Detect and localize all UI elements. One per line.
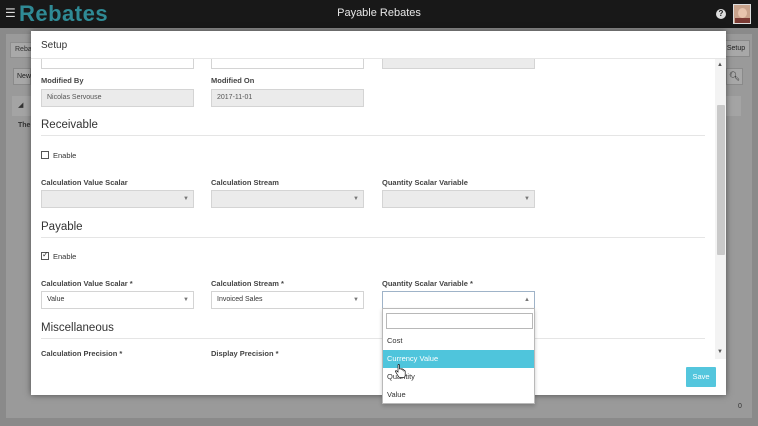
background-search-icon: 🔍︎ bbox=[726, 68, 743, 85]
chevron-up-icon: ▲ bbox=[524, 297, 530, 303]
modal-body: Modified By Nicolas Servouse Modified On… bbox=[31, 59, 715, 359]
payable-calc-value-scalar-value: Value bbox=[47, 296, 65, 303]
payable-calc-stream-value: Invoiced Sales bbox=[217, 296, 263, 303]
miscellaneous-divider bbox=[41, 338, 705, 339]
receivable-calc-stream-label: Calculation Stream bbox=[211, 178, 279, 187]
payable-calc-value-scalar-select[interactable]: Value ▼ bbox=[41, 291, 194, 309]
help-icon[interactable]: ? bbox=[716, 9, 726, 19]
receivable-qty-scalar-select: ▼ bbox=[382, 190, 535, 208]
receivable-calc-value-scalar-label: Calculation Value Scalar bbox=[41, 178, 128, 187]
cut-off-field-1[interactable] bbox=[41, 59, 194, 69]
background-tab: Reba bbox=[10, 42, 32, 58]
chevron-down-icon: ▼ bbox=[353, 297, 359, 303]
scroll-down-icon[interactable]: ▼ bbox=[717, 349, 723, 355]
cut-off-field-2[interactable] bbox=[211, 59, 364, 69]
receivable-divider bbox=[41, 135, 705, 136]
miscellaneous-heading: Miscellaneous bbox=[41, 322, 114, 334]
scroll-thumb[interactable] bbox=[717, 105, 725, 255]
check-icon: ✓ bbox=[42, 250, 49, 259]
modified-on-label: Modified On bbox=[211, 76, 255, 85]
chevron-down-icon: ▼ bbox=[183, 196, 189, 202]
user-avatar[interactable] bbox=[733, 4, 751, 24]
modal-scrollbar[interactable]: ▲ ▼ bbox=[715, 59, 726, 359]
modified-on-field: 2017-11-01 bbox=[211, 89, 364, 107]
dropdown-search-input[interactable] bbox=[386, 313, 533, 329]
payable-calc-stream-select[interactable]: Invoiced Sales ▼ bbox=[211, 291, 364, 309]
scroll-up-icon[interactable]: ▲ bbox=[717, 62, 723, 68]
save-button[interactable]: Save bbox=[686, 367, 716, 387]
chevron-down-icon: ▼ bbox=[524, 196, 530, 202]
cut-off-field-3 bbox=[382, 59, 535, 69]
receivable-enable-checkbox[interactable] bbox=[41, 151, 49, 159]
background-collapse-icon: ◢ bbox=[18, 102, 24, 109]
receivable-enable-label: Enable bbox=[53, 151, 77, 160]
payable-enable-checkbox[interactable]: ✓ bbox=[41, 250, 49, 260]
setup-modal: Setup Modified By Nicolas Servouse Modif… bbox=[31, 31, 726, 395]
background-row-text: The bbox=[18, 122, 31, 129]
dropdown-option-cost[interactable]: Cost bbox=[383, 332, 534, 350]
payable-divider bbox=[41, 237, 705, 238]
receivable-qty-scalar-label: Quantity Scalar Variable bbox=[382, 178, 468, 187]
receivable-calc-stream-select: ▼ bbox=[211, 190, 364, 208]
dropdown-option-value[interactable]: Value bbox=[383, 386, 534, 404]
receivable-heading: Receivable bbox=[41, 119, 98, 131]
hand-cursor-icon bbox=[395, 364, 406, 378]
modified-by-field: Nicolas Servouse bbox=[41, 89, 194, 107]
payable-qty-scalar-select[interactable]: ▲ bbox=[382, 291, 535, 309]
background-setup-button: Setup bbox=[722, 40, 750, 57]
payable-calc-stream-label: Calculation Stream * bbox=[211, 279, 284, 288]
quantity-scalar-dropdown: Cost Currency Value Quantity Value bbox=[382, 308, 535, 404]
modal-title: Setup bbox=[41, 40, 68, 51]
payable-heading: Payable bbox=[41, 221, 83, 233]
payable-qty-scalar-label: Quantity Scalar Variable * bbox=[382, 279, 473, 288]
page-title: Payable Rebates bbox=[337, 7, 421, 19]
chevron-down-icon: ▼ bbox=[183, 297, 189, 303]
app-header: ☰ Rebates Payable Rebates ? bbox=[0, 0, 758, 28]
receivable-calc-value-scalar-select: ▼ bbox=[41, 190, 194, 208]
background-new-button: New bbox=[13, 68, 31, 85]
background-footer-count: 0 bbox=[738, 403, 742, 410]
payable-enable-label: Enable bbox=[53, 252, 77, 261]
payable-calc-value-scalar-label: Calculation Value Scalar * bbox=[41, 279, 133, 288]
modal-header: Setup bbox=[31, 31, 726, 59]
display-precision-label: Display Precision * bbox=[211, 349, 279, 358]
calc-precision-label: Calculation Precision * bbox=[41, 349, 123, 358]
chevron-down-icon: ▼ bbox=[353, 196, 359, 202]
modified-by-label: Modified By bbox=[41, 76, 84, 85]
